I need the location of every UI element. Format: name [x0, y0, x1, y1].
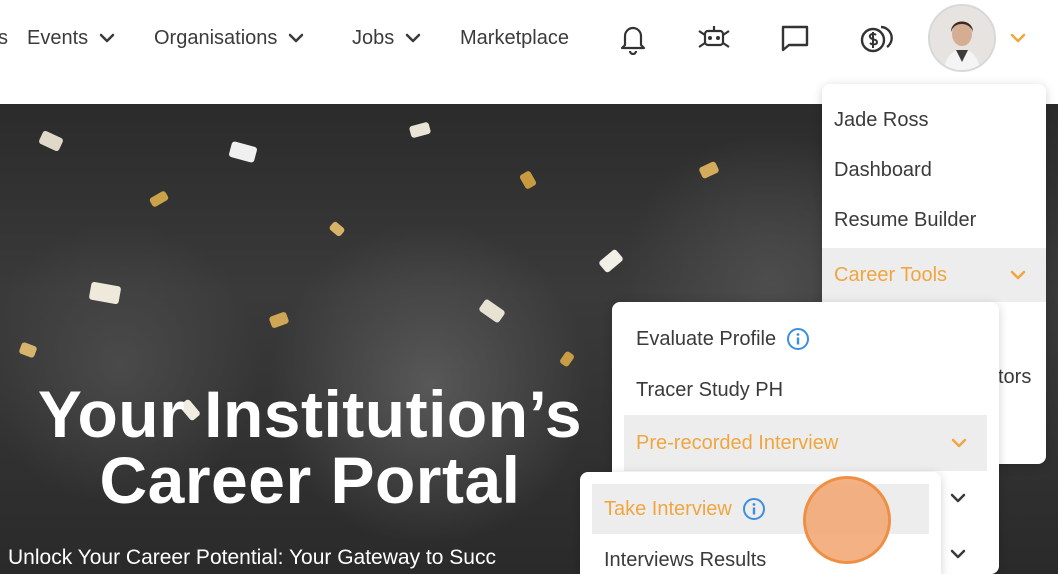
chevron-down-icon — [951, 438, 967, 448]
menu-item-label: Take Interview — [604, 497, 732, 520]
confetti — [268, 311, 290, 329]
confetti — [228, 140, 258, 164]
nav-item-label: s — [0, 26, 8, 49]
confetti — [518, 170, 538, 190]
menu-item-dashboard[interactable]: Dashboard — [822, 145, 1046, 195]
nav-item-label: Organisations — [154, 26, 278, 49]
menu-item-label: Resume Builder — [834, 208, 977, 231]
menu-item-evaluate-profile[interactable]: Evaluate Profile — [612, 314, 999, 364]
nav-item-jobs[interactable]: Jobs — [352, 24, 422, 52]
nav-item-partial[interactable]: s — [0, 24, 8, 52]
confetti — [18, 341, 38, 359]
bell-icon[interactable] — [613, 18, 653, 58]
chevron-down-icon — [406, 33, 421, 43]
menu-item-label: Dashboard — [834, 158, 932, 181]
confetti — [478, 298, 506, 324]
confetti — [698, 160, 720, 180]
menu-item-profile-name[interactable]: Jade Ross — [822, 95, 1046, 145]
click-indicator — [803, 476, 891, 564]
chat-icon[interactable] — [775, 18, 815, 58]
menu-item-label: Career Tools — [834, 263, 948, 286]
menu-item-pre-recorded-interview[interactable]: Pre-recorded Interview — [624, 415, 987, 471]
hero-title-line2: Career Portal — [99, 443, 521, 517]
nav-item-events[interactable]: Events — [27, 24, 116, 52]
info-icon[interactable] — [742, 497, 766, 521]
menu-item-interviews-results[interactable]: Interviews Results — [580, 535, 941, 574]
menu-item-label: Interviews Results — [604, 548, 767, 571]
confetti — [88, 281, 122, 305]
robot-icon[interactable] — [694, 18, 734, 58]
info-icon[interactable] — [786, 327, 810, 351]
menu-item-tracer-study[interactable]: Tracer Study PH — [612, 365, 999, 415]
confetti — [598, 248, 624, 274]
confetti — [408, 121, 432, 139]
nav-item-label: Marketplace — [460, 26, 569, 49]
chevron-down-icon[interactable] — [948, 488, 968, 508]
hero-title-line1: Your Institution’s — [37, 377, 583, 451]
nav-item-label: Events — [27, 26, 89, 49]
coins-icon[interactable] — [856, 18, 896, 58]
avatar[interactable] — [928, 4, 996, 72]
menu-item-label: Pre-recorded Interview — [636, 431, 839, 454]
confetti — [328, 220, 346, 238]
chevron-down-icon — [289, 33, 304, 43]
chevron-down-icon — [1010, 270, 1026, 280]
menu-item-label: Evaluate Profile — [636, 327, 777, 350]
menu-item-resume-builder[interactable]: Resume Builder — [822, 195, 1046, 245]
confetti — [558, 350, 576, 368]
confetti — [38, 130, 64, 152]
hero-subtitle: Unlock Your Career Potential: Your Gatew… — [8, 546, 496, 569]
menu-item-label: Jade Ross — [834, 108, 929, 131]
chevron-down-icon — [99, 33, 115, 43]
nav-item-organisations[interactable]: Organisations — [154, 24, 305, 52]
menu-item-label: Tracer Study PH — [636, 378, 784, 401]
chevron-down-icon[interactable] — [1008, 28, 1028, 48]
chevron-down-icon[interactable] — [948, 544, 968, 564]
menu-item-career-tools[interactable]: Career Tools — [822, 248, 1046, 302]
menu-item-partial-text: tors — [998, 366, 1032, 388]
nav-item-label: Jobs — [352, 26, 395, 49]
nav-item-marketplace[interactable]: Marketplace — [460, 24, 569, 52]
confetti — [148, 190, 170, 208]
